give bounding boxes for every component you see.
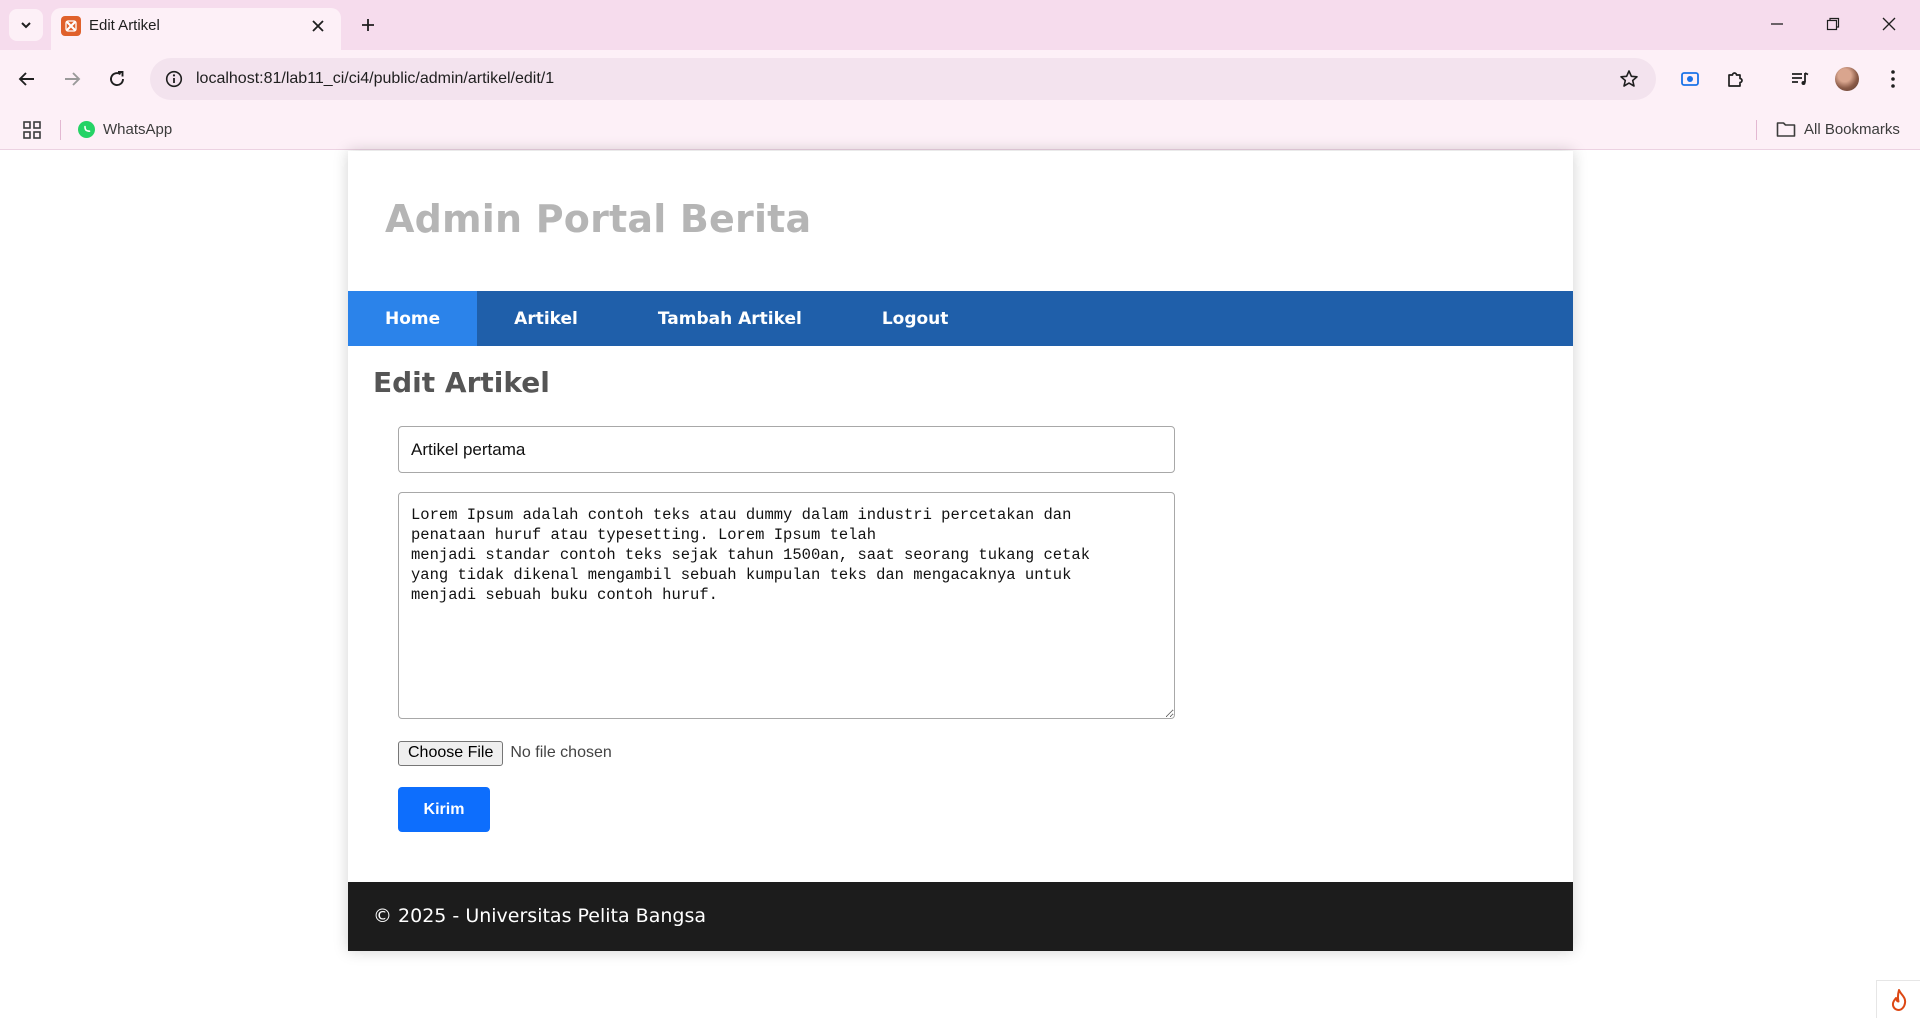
- folder-icon: [1776, 122, 1796, 137]
- browser-toolbar: localhost:81/lab11_ci/ci4/public/admin/a…: [0, 50, 1920, 108]
- minimize-icon: [1771, 23, 1783, 25]
- avatar: [1835, 67, 1859, 91]
- main-nav: Home Artikel Tambah Artikel Logout: [348, 291, 1573, 346]
- media-control-button[interactable]: [1783, 62, 1817, 96]
- whatsapp-icon: [78, 120, 95, 138]
- browser-menu-button[interactable]: [1876, 62, 1910, 96]
- bookmarks-divider: [60, 120, 61, 140]
- apps-grid-icon: [23, 121, 41, 139]
- restore-button[interactable]: [1810, 6, 1856, 42]
- url-text[interactable]: localhost:81/lab11_ci/ci4/public/admin/a…: [196, 70, 554, 88]
- file-upload: Choose File No file chosen: [398, 740, 612, 766]
- more-vertical-icon: [1891, 70, 1895, 88]
- xampp-favicon-icon: [61, 16, 81, 36]
- close-window-button[interactable]: [1866, 6, 1912, 42]
- extensions-button[interactable]: [1718, 62, 1752, 96]
- article-body-textarea[interactable]: Lorem Ipsum adalah contoh teks atau dumm…: [398, 492, 1175, 719]
- file-status-text: No file chosen: [510, 744, 612, 761]
- debug-toolbar-toggle[interactable]: [1876, 980, 1920, 1018]
- nav-logout[interactable]: Logout: [845, 291, 992, 346]
- site-footer: © 2025 - Universitas Pelita Bangsa: [348, 882, 1573, 951]
- reload-button[interactable]: [100, 62, 134, 96]
- screencast-button[interactable]: [1673, 62, 1707, 96]
- nav-artikel[interactable]: Artikel: [477, 291, 615, 346]
- footer-copyright: © 2025 - Universitas Pelita Bangsa: [373, 905, 706, 927]
- star-icon: [1620, 70, 1638, 87]
- arrow-right-icon: [65, 72, 81, 86]
- article-title-input[interactable]: [398, 426, 1175, 473]
- all-bookmarks-button[interactable]: All Bookmarks: [1776, 116, 1900, 142]
- profile-button[interactable]: [1830, 62, 1864, 96]
- site-info-button[interactable]: [160, 65, 188, 93]
- site-header: Admin Portal Berita: [348, 151, 1573, 291]
- nav-tambah-artikel[interactable]: Tambah Artikel: [615, 291, 845, 346]
- address-bar[interactable]: localhost:81/lab11_ci/ci4/public/admin/a…: [150, 58, 1656, 100]
- apps-button[interactable]: [18, 116, 46, 144]
- close-icon: [1882, 17, 1896, 31]
- tab-edit-artikel[interactable]: Edit Artikel: [51, 8, 341, 50]
- page-viewport: Admin Portal Berita Home Artikel Tambah …: [0, 151, 1920, 1018]
- all-bookmarks-label: All Bookmarks: [1804, 120, 1900, 138]
- site-title: Admin Portal Berita: [385, 197, 812, 241]
- reload-icon: [110, 71, 124, 86]
- flame-icon: [1891, 988, 1906, 1011]
- new-tab-button[interactable]: [352, 10, 384, 40]
- close-icon: [312, 20, 324, 32]
- bookmarks-bar: WhatsApp All Bookmarks: [0, 108, 1920, 150]
- info-icon: [165, 70, 183, 88]
- arrow-left-icon: [18, 72, 34, 86]
- tab-close-button[interactable]: [305, 13, 331, 39]
- forward-button[interactable]: [55, 62, 89, 96]
- chevron-down-icon: [21, 22, 31, 29]
- restore-icon: [1826, 17, 1840, 31]
- plus-icon: [362, 19, 374, 31]
- choose-file-button[interactable]: Choose File: [398, 740, 504, 766]
- back-button[interactable]: [10, 62, 44, 96]
- nav-home[interactable]: Home: [348, 291, 478, 346]
- page-container: Admin Portal Berita Home Artikel Tambah …: [348, 151, 1573, 951]
- bookmark-star-button[interactable]: [1614, 64, 1644, 94]
- puzzle-icon: [1728, 72, 1743, 87]
- edit-article-section: Edit Artikel Lorem Ipsum adalah contoh t…: [348, 346, 1573, 883]
- bookmark-whatsapp[interactable]: WhatsApp: [78, 116, 172, 142]
- minimize-button[interactable]: [1754, 6, 1800, 42]
- cast-icon: [1681, 72, 1699, 86]
- page-title: Edit Artikel: [373, 366, 550, 399]
- tab-title: Edit Artikel: [89, 17, 160, 34]
- browser-tabstrip: Edit Artikel: [0, 0, 1920, 50]
- tab-search-button[interactable]: [9, 9, 43, 41]
- bookmarks-divider: [1756, 120, 1757, 140]
- media-playlist-icon: [1792, 72, 1809, 85]
- bookmark-label: WhatsApp: [103, 120, 173, 138]
- submit-button[interactable]: Kirim: [398, 787, 490, 832]
